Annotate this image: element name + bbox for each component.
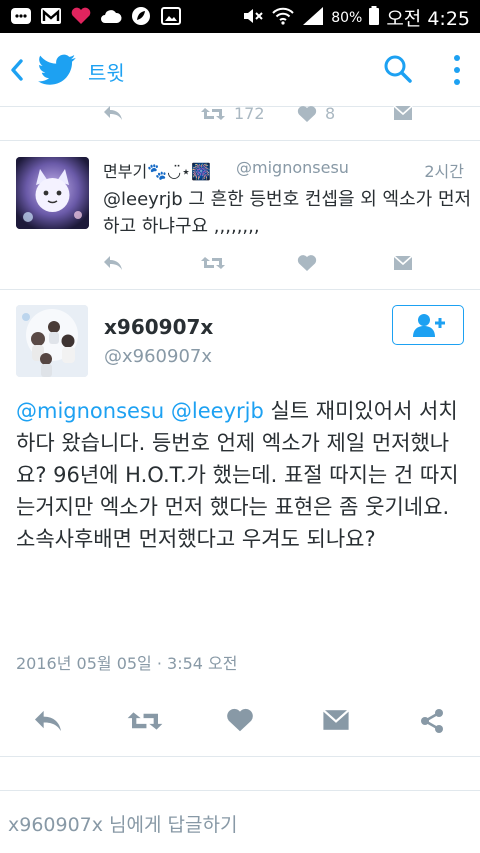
avatar[interactable] — [16, 305, 88, 377]
heart-app-icon — [70, 6, 92, 26]
tweet-text: @leeyrjb 그 흔한 등번호 컨셉을 외 엑소가 먼저하고 하냐구요 ,,… — [103, 189, 472, 237]
heart-icon — [297, 255, 317, 271]
reply-button[interactable] — [102, 254, 124, 272]
retweet-icon — [201, 107, 225, 120]
wifi-icon — [271, 6, 295, 30]
search-button[interactable] — [383, 54, 413, 84]
author-name[interactable]: 면부기🐾◡̈⋆🎆 — [103, 158, 211, 182]
add-user-icon — [413, 314, 445, 337]
reply-tweet-actions — [0, 250, 480, 280]
mute-icon — [241, 6, 265, 30]
avatar[interactable] — [16, 157, 89, 229]
app-header: 트윗 — [0, 33, 480, 107]
reply-input[interactable] — [8, 811, 468, 839]
prev-dm-button[interactable] — [393, 104, 413, 122]
message-icon — [393, 105, 413, 120]
dm-button[interactable] — [322, 707, 350, 733]
prev-like-button[interactable]: 8 — [297, 104, 335, 123]
prev-retweet-button[interactable]: 172 — [200, 104, 265, 123]
heart-icon — [297, 105, 317, 122]
tweet-time: 2시간 — [424, 162, 464, 181]
overflow-menu-button[interactable] — [451, 53, 463, 87]
gmail-icon — [40, 6, 62, 26]
signal-icon — [301, 6, 325, 30]
status-bar: 80% 오전 4:25 — [0, 0, 480, 33]
message-icon — [322, 709, 350, 730]
reply-button[interactable] — [32, 708, 64, 734]
like-button[interactable] — [226, 707, 254, 733]
message-icon — [10, 6, 32, 26]
retweet-button[interactable] — [126, 708, 164, 734]
reply-compose-bar — [0, 790, 480, 853]
retweet-count: 172 — [234, 104, 265, 123]
leaf-icon — [130, 6, 152, 26]
author-handle[interactable]: @mignonsesu — [236, 158, 349, 177]
twitter-bird-icon — [38, 53, 76, 87]
more-vertical-icon — [454, 55, 460, 85]
retweet-icon — [201, 257, 225, 269]
divider — [0, 140, 480, 141]
share-icon — [421, 709, 443, 733]
author-name[interactable]: x960907x — [104, 315, 213, 339]
message-icon — [393, 255, 413, 270]
avatar-image — [16, 305, 88, 377]
retweet-icon — [127, 712, 163, 730]
cloud-icon — [100, 6, 122, 26]
reply-icon — [104, 106, 122, 120]
retweet-button[interactable] — [200, 254, 226, 272]
divider — [0, 756, 480, 757]
reply-icon — [35, 710, 61, 732]
tweet-timestamp: 2016년 05월 05일 · 3:54 오전 — [16, 654, 238, 673]
mention-link[interactable]: @mignonsesu — [16, 399, 164, 423]
author-handle[interactable]: @x960907x — [104, 346, 212, 367]
dm-button[interactable] — [393, 254, 413, 272]
prev-reply-button[interactable] — [102, 104, 124, 122]
gallery-icon — [160, 6, 182, 26]
battery-percent: 80% — [331, 9, 363, 26]
chevron-left-icon — [11, 59, 23, 81]
search-icon — [384, 55, 412, 83]
heart-icon — [227, 708, 253, 732]
avatar-image — [16, 157, 89, 229]
like-button[interactable] — [297, 254, 317, 272]
tweet-text: @mignonsesu @leeyrjb 실트 재미있어서 서치하다 왔습니다.… — [16, 395, 468, 555]
main-tweet-actions — [0, 702, 480, 742]
clock: 오전 4:25 — [386, 8, 470, 30]
prev-tweet-actions: 172 8 — [0, 100, 480, 130]
back-button[interactable] — [8, 57, 26, 83]
reply-icon — [104, 256, 122, 270]
mention-link[interactable]: @leeyrjb — [171, 399, 264, 423]
battery-icon — [368, 5, 380, 30]
page-title: 트윗 — [88, 61, 125, 85]
divider — [0, 289, 480, 290]
share-button[interactable] — [418, 707, 446, 735]
follow-button[interactable] — [392, 305, 464, 345]
like-count: 8 — [325, 104, 336, 123]
